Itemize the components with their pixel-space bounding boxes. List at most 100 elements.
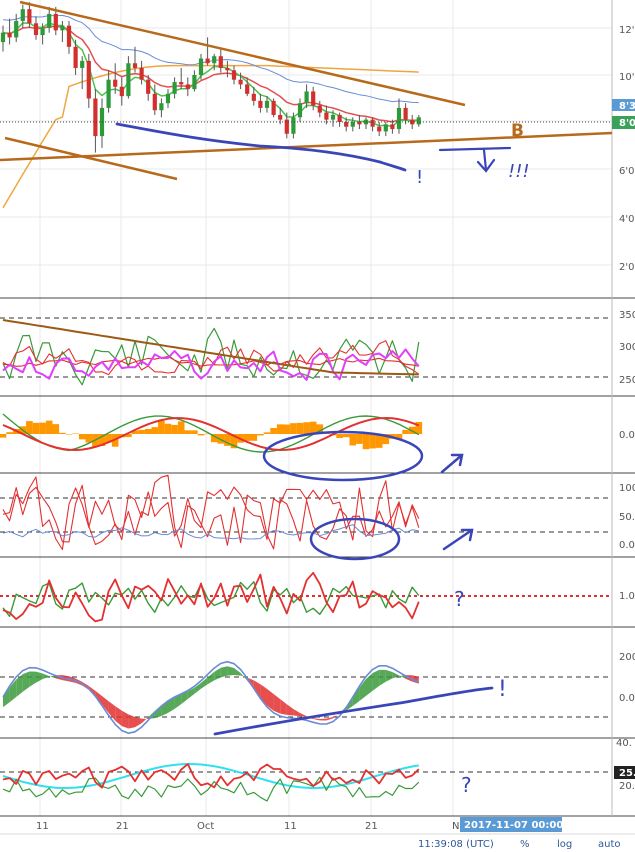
osc2-histogram-bar: [144, 428, 152, 434]
candle-body: [86, 60, 91, 99]
candle-body: [20, 9, 25, 21]
osc2-tick-label: 0.0: [619, 430, 635, 441]
candle-body: [403, 107, 408, 120]
candle-body: [383, 124, 388, 132]
osc2-histogram-bar: [177, 421, 185, 434]
osc2-histogram-bar: [270, 428, 277, 434]
osc2-histogram-bar: [26, 421, 33, 434]
log-toggle[interactable]: log: [557, 839, 572, 850]
osc1-tick-label: 250: [619, 375, 635, 386]
candle-body: [258, 100, 263, 108]
candle-body: [0, 32, 6, 43]
osc2-histogram-bar: [191, 430, 198, 434]
osc2-histogram-bar: [303, 422, 310, 434]
osc2-histogram-bar: [184, 430, 192, 434]
annotation-exclamation: !: [416, 167, 423, 188]
osc2-histogram-bar: [356, 434, 363, 444]
price-tick-label: 12': [619, 25, 634, 36]
osc6-last-value-label: 25.: [619, 768, 635, 779]
osc2-histogram-bar: [349, 434, 357, 446]
time-tick-label: 11: [284, 821, 297, 832]
candle-body: [330, 114, 336, 120]
candle-body: [205, 58, 210, 64]
osc2-histogram-bar: [296, 422, 304, 434]
candle-body: [93, 98, 98, 137]
annotation-triple-exclamation: !!!: [508, 161, 530, 182]
osc2-histogram-bar: [164, 423, 172, 434]
osc2-histogram-bar: [276, 424, 284, 434]
candle-body: [106, 79, 111, 108]
osc2-histogram-bar: [283, 424, 291, 434]
candle-body: [337, 114, 342, 122]
candle-body: [119, 86, 124, 97]
candle-body: [53, 13, 58, 31]
candle-body: [165, 93, 171, 104]
price-tick-label: 6'0: [619, 166, 634, 177]
osc2-histogram-bar: [342, 434, 350, 438]
osc2-histogram-bar: [197, 434, 205, 436]
osc1-tick-label: 300: [619, 342, 635, 353]
candle-body: [47, 13, 52, 28]
annotation-question-mark: ?: [454, 587, 465, 611]
time-tick-label: Oct: [197, 821, 214, 832]
candle-body: [297, 103, 303, 118]
candle-body: [7, 32, 12, 38]
osc2-histogram-bar: [369, 434, 376, 449]
osc2-histogram-bar: [171, 424, 178, 434]
candle-body: [304, 91, 309, 104]
osc2-histogram-bar: [263, 432, 271, 434]
osc2-histogram-bar: [32, 422, 40, 434]
candle-body: [27, 9, 32, 24]
osc2-histogram-bar: [6, 432, 13, 434]
osc3-tick-label: 100: [619, 483, 635, 494]
candle-body: [238, 79, 243, 85]
osc2-histogram-bar: [59, 432, 66, 434]
osc2-histogram-bar: [290, 423, 297, 434]
candle-body: [410, 119, 415, 125]
last-price-badge-label: 8'3: [619, 101, 635, 112]
candle-body: [317, 105, 322, 113]
osc2-histogram-bar: [336, 434, 343, 438]
candle-body: [291, 117, 296, 134]
candle-body: [172, 82, 177, 94]
osc2-histogram-bar: [257, 434, 264, 436]
osc3-tick-label: 50.: [619, 512, 635, 523]
candle-body: [192, 75, 197, 90]
candle-body: [126, 63, 131, 97]
time-tick-label: 21: [116, 821, 129, 832]
candle-body: [251, 93, 256, 101]
price-tick-label: 10': [619, 72, 634, 83]
osc2-histogram-bar: [72, 433, 79, 435]
candle-body: [396, 107, 402, 130]
osc2-histogram-bar: [52, 424, 60, 434]
candle-body: [139, 67, 144, 80]
osc2-histogram-bar: [250, 434, 258, 441]
time-tick-label: N: [452, 821, 459, 832]
osc2-histogram-bar: [402, 429, 409, 434]
candle-body: [185, 84, 190, 90]
osc2-histogram-bar: [362, 434, 370, 450]
candle-body: [73, 46, 78, 68]
osc2-histogram-bar: [85, 434, 93, 443]
candle-body: [179, 82, 184, 85]
chart-canvas[interactable]: 12' 10' 8' 6'0 4'0 2'0 8'3 8'0 350 300 2…: [0, 0, 635, 852]
percent-toggle[interactable]: %: [520, 839, 530, 850]
crosshair-time-label: 2017-11-07 00:00:00: [464, 820, 581, 831]
candle-body: [113, 79, 118, 87]
osc5-tick-label: 200: [619, 652, 635, 663]
price-tick-label: 4'0: [619, 214, 634, 225]
candle-body: [416, 117, 421, 125]
auto-scale-toggle[interactable]: auto: [598, 839, 621, 850]
utc-clock: 11:39:08 (UTC): [418, 839, 494, 850]
osc4-tick-label: 1.0: [619, 591, 635, 602]
osc6-tick-label: 20.: [619, 781, 635, 792]
osc2-histogram-bar: [78, 434, 86, 440]
osc2-histogram-bar: [309, 421, 317, 434]
price-tick-label: 2'0: [619, 262, 634, 273]
annotation-letter-b: B: [511, 121, 524, 141]
candle-body: [390, 124, 395, 130]
annotation-exclamation: !: [498, 677, 507, 702]
osc2-histogram-bar: [45, 420, 53, 434]
candle-body: [344, 122, 349, 127]
osc2-histogram-bar: [39, 422, 46, 434]
